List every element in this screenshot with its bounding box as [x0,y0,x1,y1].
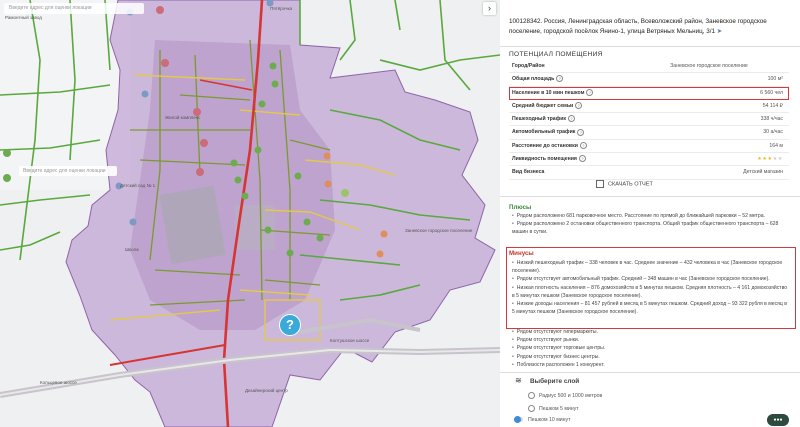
table-row: Вид бизнеса Детский магазин [509,166,789,180]
list-item: Низкая плотность населения – 876 домохоз… [512,284,790,300]
row-label: Расстояние до остановки? [512,140,587,152]
send-icon[interactable]: ➤ [717,28,722,35]
info-icon[interactable]: ? [575,102,583,110]
list-item: Рядом расположено 681 парковочное место.… [512,212,790,220]
list-item: Рядом отсутствуют торговые центры. [512,344,790,352]
other-list: Рядом отсутствуют гипермаркеты.Рядом отс… [512,328,790,369]
divider [500,196,800,197]
info-icon[interactable]: ? [586,88,594,96]
list-item: Низкие доходы населения – 81 457 рублей … [512,300,790,316]
row-label: Средний бюджет семьи? [512,100,583,112]
layer-option[interactable]: Радиус 500 и 1000 метров [528,392,602,399]
details-panel: 100128342. Россия, Ленинградская область… [500,0,800,427]
row-value: 30 а/час [763,129,783,136]
list-item: Низкий пешеходный трафик – 338 человек в… [512,259,790,275]
table-row: Город/Район Заневское городское поселение [509,60,789,74]
row-value: ★★★★★ [679,153,783,165]
row-value: Детский магазин [743,169,783,176]
document-icon [596,180,604,188]
potential-table: Город/Район Заневское городское поселение… [509,60,789,180]
minus-title: Минусы [509,250,534,257]
collapse-panel-button[interactable]: › [483,2,496,15]
plus-list: Рядом расположено 681 парковочное место.… [512,212,790,237]
row-value: 6 560 чел [760,89,783,96]
info-icon[interactable]: ? [578,155,586,163]
row-label: Автомобильный трафик? [512,126,585,138]
table-row: Автомобильный трафик? 30 а/час [509,126,789,140]
list-item: Рядом отсутствуют бизнес центры. [512,353,790,361]
table-row: Общая площадь? 100 м² [509,73,789,87]
row-label: Население в 10 мин пешком? [512,87,594,99]
chevron-right-icon: › [488,3,491,13]
table-row: Расстояние до остановки? 164 м [509,140,789,154]
row-label: Вид бизнеса [512,166,544,178]
map-label: Жилой комплекс [165,115,201,120]
list-item: Поблизости расположен 1 конкурент. [512,361,790,369]
row-label: Общая площадь? [512,73,564,85]
list-item: Рядом отсутствуют гипермаркеты. [512,328,790,336]
info-icon[interactable]: ? [579,141,587,149]
row-value: 338 ч/час [760,116,783,123]
list-item: Рядом отсутствуют рынки. [512,336,790,344]
row-label-text: Автомобильный трафик [512,129,576,136]
info-icon[interactable]: ? [577,128,585,136]
layer-option[interactable]: Пешком 5 минут [528,405,579,412]
row-label-text: Расстояние до остановки [512,142,578,149]
layer-toggle[interactable] [514,416,523,423]
minus-list: Низкий пешеходный трафик – 338 человек в… [512,259,790,316]
row-value: 54 114 ₽ [762,102,783,109]
map-label: Колтушское шоссе [330,338,370,343]
map-label: Кольцевое шоссе [40,380,77,385]
radio-icon[interactable] [528,405,535,412]
row-value: 100 м² [767,76,783,83]
row-value: 164 м [769,142,783,149]
star-icon: ★ [777,156,783,163]
rating-stars: ★★★★★ [757,156,783,162]
row-label: Пешеходный трафик? [512,113,576,125]
list-item: Рядом отсутствует автомобильный трафик. … [512,275,790,283]
question-icon: ? [286,317,294,332]
map-label: Дизайнерский центр [245,388,288,393]
row-label-text: Ликвидность помещения [512,156,577,163]
radio-icon[interactable] [528,392,535,399]
divider [500,46,800,47]
row-label-text: Город/Район [512,63,545,69]
map-canvas[interactable] [0,0,500,427]
layer-option-selected[interactable]: Пешком 10 минут [528,417,571,423]
map-search-input[interactable]: Введите адрес для оценки локации [4,3,144,14]
table-row: Средний бюджет семьи? 54 114 ₽ [509,100,789,114]
map-view[interactable]: Введите адрес для оценки локации Введите… [0,0,500,427]
chat-button[interactable]: ●●● [767,414,789,426]
plus-title: Плюсы [509,204,532,211]
layer-title: Выберите слой [530,378,580,385]
row-value: Заневское городское поселение [670,63,748,69]
divider [500,372,800,373]
row-label-text: Пешеходный трафик [512,116,567,123]
row-label-text: Средний бюджет семьи [512,102,574,109]
map-label: Пятёрочка [270,6,293,11]
table-row: Ликвидность помещения? ★★★★★ [509,153,789,167]
download-report-button[interactable]: СКАЧАТЬ ОТЧЕТ [596,180,653,188]
address-heading: 100128342. Россия, Ленинградская область… [509,18,767,35]
list-item: Рядом расположено 2 остановки общественн… [512,220,790,236]
layers-icon: ≋ [515,376,522,385]
row-label: Ликвидность помещения? [512,153,586,165]
map-search-input-secondary[interactable]: Введите адрес для оценки локации [19,166,117,176]
info-icon[interactable]: ? [556,75,564,83]
row-label-text: Общая площадь [512,76,555,83]
map-label: Заневское городское поселение [405,228,473,233]
row-label-text: Вид бизнеса [512,169,545,176]
section-title: ПОТЕНЦИАЛ ПОМЕЩЕНИЯ [509,51,603,58]
map-label: Детский сад № 1 [120,183,156,188]
table-row: Пешеходный трафик? 338 ч/час [509,113,789,127]
map-label: Рамонтный завод [5,15,42,20]
help-badge[interactable]: ? [279,314,301,336]
row-label: Город/Район [512,60,545,72]
table-row: Население в 10 мин пешком? 6 560 чел [509,86,789,100]
map-label: Школа [125,247,139,252]
row-label-text: Население в 10 мин пешком [512,89,585,96]
info-icon[interactable]: ? [568,115,576,123]
